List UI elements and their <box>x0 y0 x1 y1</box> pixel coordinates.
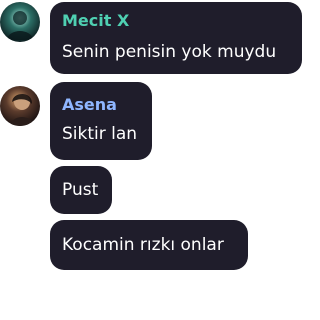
message-bubble[interactable]: Mecit X Senin penisin yok muydu <box>50 2 302 74</box>
author-name[interactable]: Asena <box>62 96 117 114</box>
author-name[interactable]: Mecit X <box>62 12 129 30</box>
avatar-asena[interactable] <box>0 86 40 126</box>
chat-window: Mecit X Senin penisin yok muydu Asena Si… <box>0 0 304 320</box>
message-text: Kocamin rızkı onlar <box>62 235 224 255</box>
message-bubble[interactable]: Asena Siktir lan <box>50 82 152 160</box>
portrait-avatar-icon <box>0 86 40 126</box>
dark-teal-avatar-icon <box>0 2 40 42</box>
message-text: Senin penisin yok muydu <box>62 42 277 62</box>
message-text: Siktir lan <box>62 124 138 144</box>
avatar-mecit-x[interactable] <box>0 2 40 42</box>
message-text: Pust <box>62 180 99 200</box>
message-bubble[interactable]: Kocamin rızkı onlar <box>50 220 248 270</box>
message-bubble[interactable]: Pust <box>50 166 112 214</box>
